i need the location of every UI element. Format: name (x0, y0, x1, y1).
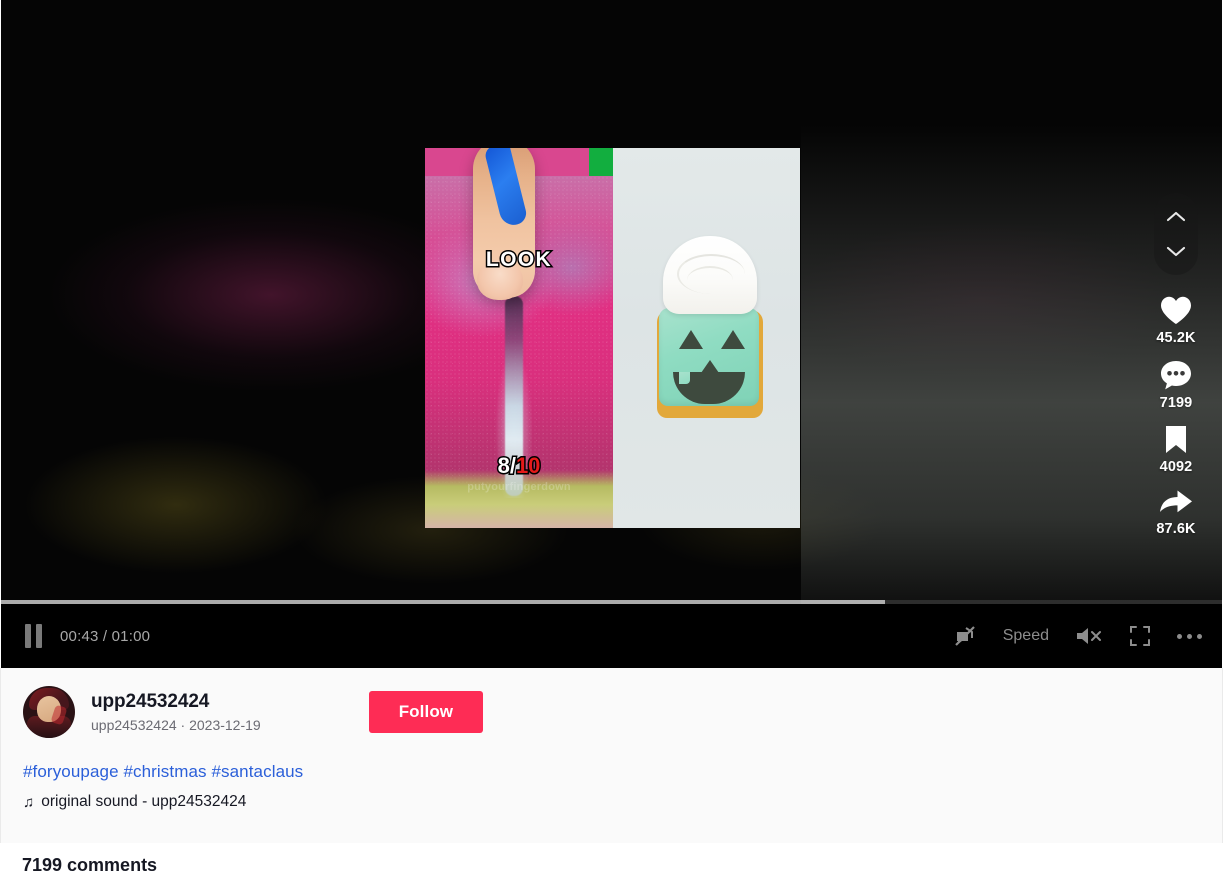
video-panel-right-cookie (613, 148, 800, 528)
comments-header: 7199 comments (22, 855, 158, 875)
music-label[interactable]: original sound - upp24532424 (41, 793, 246, 811)
author-row: upp24532424 upp24532424 · 2023-12-19 Fol… (23, 686, 1200, 738)
overlay-rating-numerator: 8/ (496, 452, 517, 480)
more-dot-2 (1187, 633, 1192, 639)
follow-button[interactable]: Follow (368, 691, 484, 733)
overlay-watermark: putyourfingerdown (467, 481, 571, 493)
video-frame[interactable]: LOOK 8/10 putyourfingerdown (425, 148, 800, 528)
bookmark-button[interactable]: 4092 (1160, 424, 1193, 475)
bookmark-icon[interactable] (1162, 424, 1190, 455)
comment-count: 7199 (1159, 395, 1193, 411)
chevron-up-icon[interactable] (1166, 210, 1186, 223)
speed-button[interactable]: Speed (1003, 627, 1049, 645)
post-info-panel: upp24532424 upp24532424 · 2023-12-19 Fol… (0, 668, 1223, 843)
blue-fingernail (483, 148, 529, 228)
overlay-caption-look: LOOK (484, 247, 553, 273)
more-dot-3 (1197, 633, 1202, 639)
pause-icon (25, 624, 31, 648)
captions-off-icon[interactable] (953, 624, 977, 648)
more-options-icon[interactable] (1177, 633, 1202, 639)
white-frosting-swirl (663, 236, 757, 314)
jackolantern-tooth (679, 372, 690, 384)
share-button[interactable]: 87.6K (1156, 488, 1195, 537)
pause-icon-bar-2 (36, 624, 42, 648)
comment-icon[interactable] (1159, 359, 1193, 391)
tiktok-video-page: LOOK 8/10 putyourfingerdown 45.2K 7199 4… (0, 0, 1223, 879)
author-display-name[interactable]: upp24532424 (91, 691, 261, 714)
author-meta: upp24532424 · 2023-12-19 (91, 716, 261, 733)
jackolantern-eye-right (721, 330, 745, 349)
overlay-rating: 8/10 (425, 452, 613, 480)
music-note-icon: ♫ (23, 793, 35, 811)
fullscreen-icon[interactable] (1129, 625, 1151, 647)
music-row[interactable]: ♫ original sound - upp24532424 (23, 793, 1200, 811)
hashtag-list[interactable]: #foryoupage #christmas #santaclaus (23, 762, 1200, 782)
share-icon[interactable] (1158, 488, 1194, 517)
comment-button[interactable]: 7199 (1159, 359, 1193, 411)
pause-button[interactable] (25, 624, 42, 648)
time-display: 00:43 / 01:00 (60, 627, 151, 645)
jackolantern-nose (701, 360, 719, 373)
volume-muted-icon[interactable] (1075, 625, 1103, 647)
action-rail: 45.2K 7199 4092 87.6K (1144, 295, 1208, 550)
video-navigation-pill[interactable] (1154, 193, 1198, 275)
jackolantern-eye-left (679, 330, 703, 349)
bookmark-count: 4092 (1159, 459, 1193, 475)
share-count: 87.6K (1156, 521, 1196, 537)
like-count: 45.2K (1156, 330, 1196, 346)
like-button[interactable]: 45.2K (1156, 295, 1195, 346)
author-text: upp24532424 upp24532424 · 2023-12-19 (91, 691, 261, 733)
overlay-rating-denominator: 10 (514, 452, 542, 480)
chevron-down-icon[interactable] (1166, 245, 1186, 258)
video-player[interactable]: LOOK 8/10 putyourfingerdown 45.2K 7199 4… (0, 0, 1223, 668)
player-control-bar: 00:43 / 01:00 Speed (1, 604, 1222, 668)
hashtags-text[interactable]: #foryoupage #christmas #santaclaus (23, 762, 303, 781)
more-dot-1 (1177, 633, 1182, 639)
avatar[interactable] (23, 686, 75, 738)
video-panel-left-slime: LOOK 8/10 putyourfingerdown (425, 148, 613, 528)
heart-icon[interactable] (1159, 295, 1193, 326)
